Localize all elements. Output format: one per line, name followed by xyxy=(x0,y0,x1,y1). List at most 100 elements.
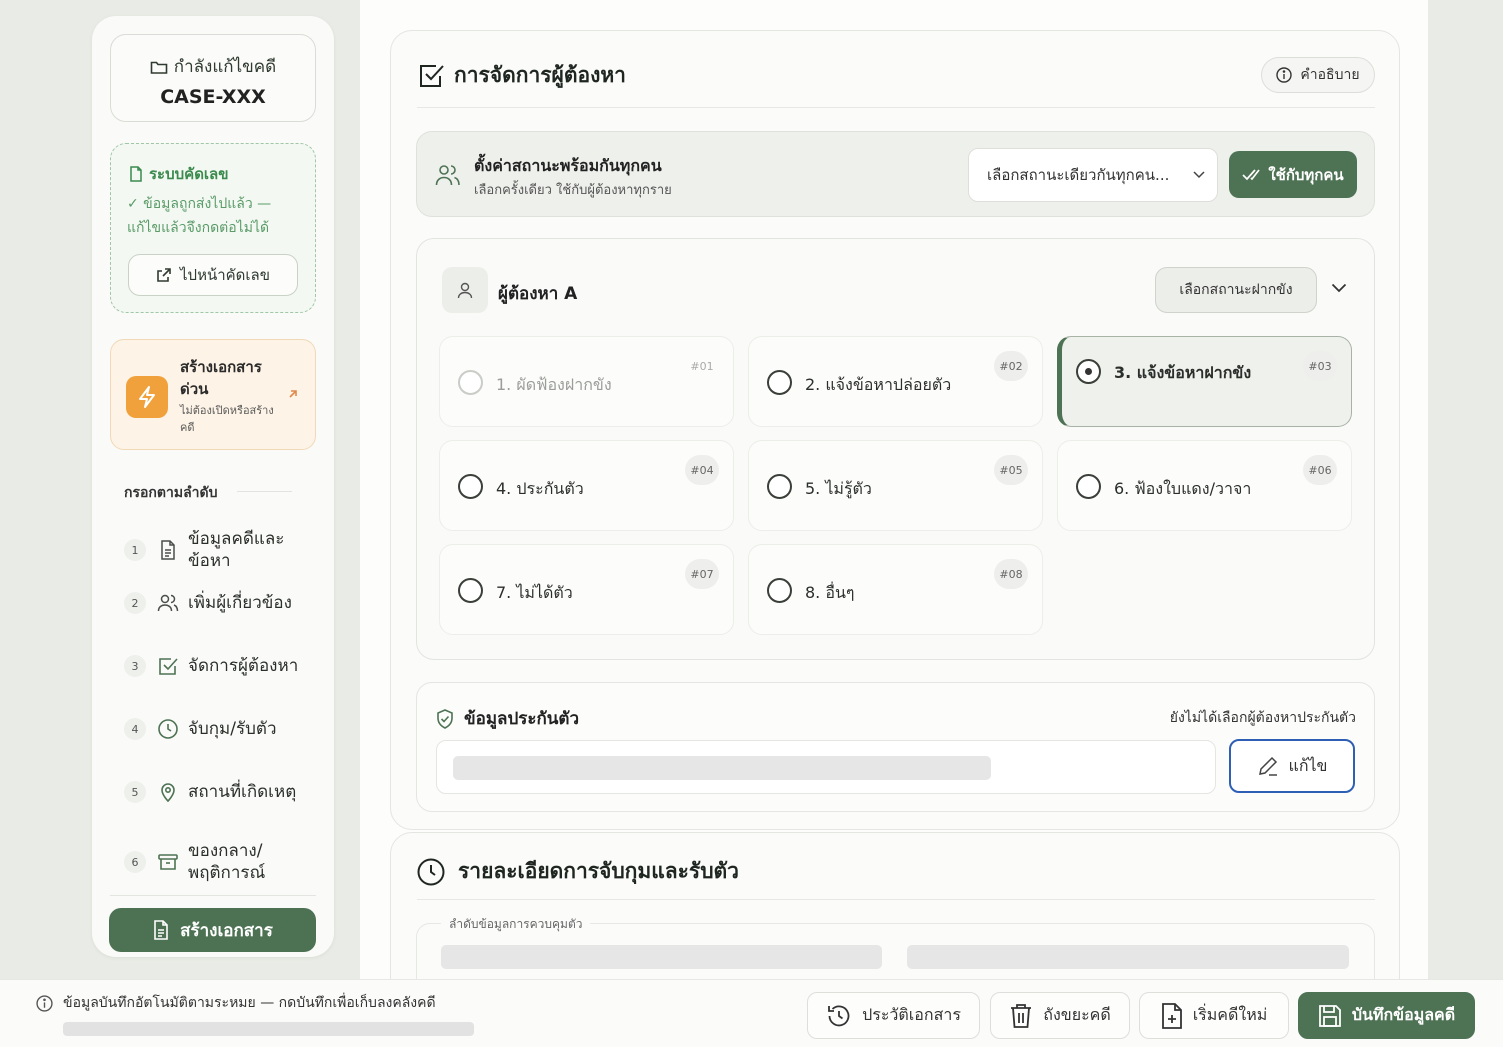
option-label: 5. ไม่รู้ตัว xyxy=(805,479,872,498)
radio-button[interactable] xyxy=(458,578,483,603)
option-label: 2. แจ้งข้อหาปล่อยตัว xyxy=(805,375,952,394)
history-icon xyxy=(826,1003,852,1029)
radio-button[interactable] xyxy=(1076,359,1101,384)
case-trash-button[interactable]: ถังขยะคดี xyxy=(990,992,1130,1039)
option-code: #01 xyxy=(690,359,714,373)
arrest-details-title: รายละเอียดการจับกุมและรับตัว xyxy=(458,859,739,883)
users-icon xyxy=(435,162,461,188)
info-icon xyxy=(1276,67,1293,83)
status-option-3[interactable]: 3. แจ้งข้อหาฝากขัง #03 xyxy=(1057,336,1352,427)
bail-title: ข้อมูลประกันตัว xyxy=(464,709,580,729)
create-document-button[interactable]: สร้างเอกสาร xyxy=(109,908,316,952)
bulk-select-value: เลือกสถานะเดียวกันทุกคน... xyxy=(987,166,1170,184)
option-code: #05 xyxy=(994,455,1028,485)
user-icon xyxy=(442,267,488,313)
step-label: สถานที่เกิดเหตุ xyxy=(188,782,297,802)
step-label: ของกลาง/พฤติการณ์ xyxy=(188,841,266,883)
panel-divider xyxy=(417,107,1375,108)
step-number: 5 xyxy=(124,781,146,803)
current-case-card: กำลังแก้ไขคดี CASE-XXX xyxy=(110,34,316,122)
shield-check-icon xyxy=(436,708,454,729)
step-2-add-parties[interactable]: 2 เพิ่มผู้เกี่ยวข้อง xyxy=(124,592,308,614)
checkbox-icon xyxy=(418,62,446,90)
folder-icon xyxy=(150,59,168,75)
radio-button[interactable] xyxy=(767,474,792,499)
radio-button[interactable] xyxy=(458,474,483,499)
radio-button[interactable] xyxy=(767,578,792,603)
new-case-button[interactable]: เริ่มคดีใหม่ xyxy=(1139,992,1289,1039)
step-label: จับกุม/รับตัว xyxy=(188,719,277,739)
info-icon xyxy=(36,994,53,1012)
checkbox-icon xyxy=(157,655,179,677)
detention-status-button[interactable]: เลือกสถานะฝากขัง xyxy=(1155,267,1317,313)
step-number: 1 xyxy=(124,539,146,561)
custody-sequence-label: ลำดับข้อมูลการควบคุมตัว xyxy=(441,915,591,934)
apply-all-button[interactable]: ใช้กับทุกคน xyxy=(1229,151,1357,198)
edit-bail-label: แก้ไข xyxy=(1288,755,1328,775)
radio-button[interactable] xyxy=(1076,474,1101,499)
chevron-down-icon[interactable] xyxy=(1331,283,1347,293)
numbering-title: ระบบคัดเลข xyxy=(149,165,229,183)
apply-all-label: ใช้กับทุกคน xyxy=(1268,165,1344,184)
chevron-down-icon xyxy=(1193,171,1205,179)
clock-icon xyxy=(416,857,446,887)
arrow-up-right-icon xyxy=(287,388,299,400)
help-button[interactable]: คำอธิบาย xyxy=(1261,57,1375,93)
step-6-evidence[interactable]: 6 ของกลาง/พฤติการณ์ xyxy=(124,840,308,884)
go-numbering-button[interactable]: ไปหน้าคัดเลข xyxy=(128,254,298,296)
case-id: CASE-XXX xyxy=(160,86,266,108)
step-5-crime-scene[interactable]: 5 สถานที่เกิดเหตุ xyxy=(124,781,308,803)
status-option-4[interactable]: 4. ประกันตัว #04 xyxy=(439,440,734,531)
step-4-arrest[interactable]: 4 จับกุม/รับตัว xyxy=(124,718,308,740)
map-pin-icon xyxy=(157,781,179,803)
edit-bail-button[interactable]: แก้ไข xyxy=(1229,739,1355,793)
panel-divider xyxy=(417,899,1375,900)
step-number: 4 xyxy=(124,718,146,740)
radio-button[interactable] xyxy=(458,370,483,395)
option-label: 8. อื่นๆ xyxy=(805,583,855,602)
status-option-2[interactable]: 2. แจ้งข้อหาปล่อยตัว #02 xyxy=(748,336,1043,427)
quick-document-subtitle: ไม่ต้องเปิดหรือสร้างคดี xyxy=(180,404,274,434)
placeholder-bar xyxy=(63,1022,474,1036)
steps-heading: กรอกตามลำดับ xyxy=(124,485,218,501)
go-numbering-label: ไปหน้าคัดเลข xyxy=(180,266,270,284)
pencil-icon xyxy=(1257,755,1279,777)
file-plus-icon xyxy=(1161,1002,1183,1029)
archive-icon xyxy=(157,851,179,873)
status-option-7[interactable]: 7. ไม่ได้ตัว #07 xyxy=(439,544,734,635)
case-trash-label: ถังขยะคดี xyxy=(1043,1005,1111,1024)
trash-icon xyxy=(1009,1003,1033,1029)
radio-button[interactable] xyxy=(767,370,792,395)
bottom-action-bar: ข้อมูลบันทึกอัตโนมัติตามระหมย — กดบันทึก… xyxy=(0,979,1503,1047)
option-code: #06 xyxy=(1303,455,1337,485)
quick-document-title: สร้างเอกสารด่วน xyxy=(180,358,262,398)
status-option-5[interactable]: 5. ไม่รู้ตัว #05 xyxy=(748,440,1043,531)
sidebar-divider xyxy=(110,895,316,896)
option-label: 4. ประกันตัว xyxy=(496,479,584,498)
status-option-1[interactable]: 1. ผัดฟ้องฝากขัง #01 xyxy=(439,336,734,427)
bulk-status-select[interactable]: เลือกสถานะเดียวกันทุกคน... xyxy=(968,148,1218,202)
suspect-card: ผู้ต้องหา A เลือกสถานะฝากขัง 1. ผัดฟ้องฝ… xyxy=(416,238,1375,660)
option-code: #03 xyxy=(1303,351,1337,381)
status-option-8[interactable]: 8. อื่นๆ #08 xyxy=(748,544,1043,635)
option-label: 3. แจ้งข้อหาฝากขัง xyxy=(1114,363,1252,382)
suspect-name: ผู้ต้องหา A xyxy=(498,284,578,304)
option-label: 1. ผัดฟ้องฝากขัง xyxy=(496,375,612,394)
option-label: 6. ฟ้องใบแดง/วาจา xyxy=(1114,479,1252,498)
document-history-button[interactable]: ประวัติเอกสาร xyxy=(807,992,980,1039)
file-icon xyxy=(129,166,143,182)
step-3-manage-suspects[interactable]: 3 จัดการผู้ต้องหา xyxy=(124,655,308,677)
sidebar: กำลังแก้ไขคดี CASE-XXX ระบบคัดเลข ✓ ข้อม… xyxy=(92,16,334,957)
step-1-case-info[interactable]: 1 ข้อมูลคดีและข้อหา xyxy=(124,528,308,572)
autosave-note: ข้อมูลบันทึกอัตโนมัติตามระหมย — กดบันทึก… xyxy=(63,995,436,1011)
create-document-label: สร้างเอกสาร xyxy=(180,920,273,941)
step-label: ข้อมูลคดีและข้อหา xyxy=(188,529,285,571)
quick-document-card[interactable]: สร้างเอกสารด่วน ไม่ต้องเปิดหรือสร้างคดี xyxy=(110,339,316,450)
bulk-subtitle: เลือกครั้งเดียว ใช้กับผู้ต้องหาทุกราย xyxy=(474,183,672,198)
users-icon xyxy=(157,592,179,614)
suspect-management-panel: การจัดการผู้ต้องหา คำอธิบาย ตั้งค่าสถานะ… xyxy=(390,30,1400,830)
panel-title: การจัดการผู้ต้องหา xyxy=(454,63,626,87)
status-option-6[interactable]: 6. ฟ้องใบแดง/วาจา #06 xyxy=(1057,440,1352,531)
save-case-button[interactable]: บันทึกข้อมูลคดี xyxy=(1298,992,1475,1039)
option-label: 7. ไม่ได้ตัว xyxy=(496,583,573,602)
